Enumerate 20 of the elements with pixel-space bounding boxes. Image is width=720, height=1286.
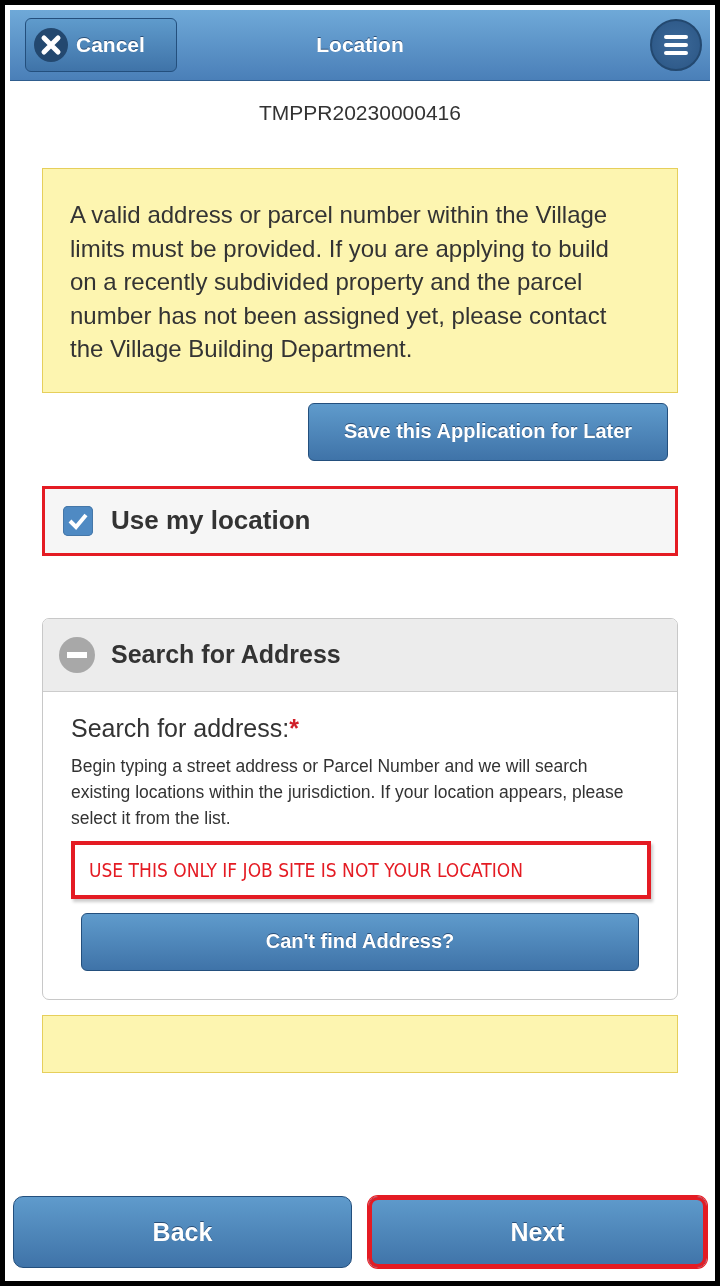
- address-field[interactable]: USE THIS ONLY IF JOB SITE IS NOT YOUR LOCATION: [71, 840, 651, 899]
- record-number: TMPPR20230000416: [258, 101, 462, 125]
- menu-button[interactable]: [650, 19, 702, 71]
- checkbox[interactable]: [63, 505, 93, 536]
- page-title: Location: [316, 33, 404, 57]
- close-icon: [34, 28, 68, 62]
- menu-icon: [663, 34, 689, 56]
- checkmark-icon: [68, 511, 88, 530]
- help-text: Begin typing a street address or Parcel Number and we will search existing locations within the jurisdiction. If your location appears, please select it from the list.: [71, 754, 625, 830]
- cant-find-button[interactable]: Can't find Address?: [81, 912, 639, 971]
- notice-text: A valid address or parcel number within the Village limits must be provided. If you are applying to build on a recently subdivided property and the parcel number has not been assigned yet, please contact the Village Building Department.: [42, 168, 678, 393]
- save-button[interactable]: Save this Application for Later: [308, 402, 668, 461]
- section-header[interactable]: Search for Address: [43, 618, 677, 692]
- field-label: Search for address:*: [71, 713, 300, 743]
- cancel-button[interactable]: Cancel: [25, 18, 177, 72]
- section-title: Search for Address: [111, 640, 341, 669]
- nav-button[interactable]: Next: [368, 1196, 707, 1268]
- checkbox-row[interactable]: Use my location: [42, 485, 678, 556]
- nav-button[interactable]: Back: [13, 1196, 352, 1268]
- checkbox-label: Use my location: [111, 505, 311, 536]
